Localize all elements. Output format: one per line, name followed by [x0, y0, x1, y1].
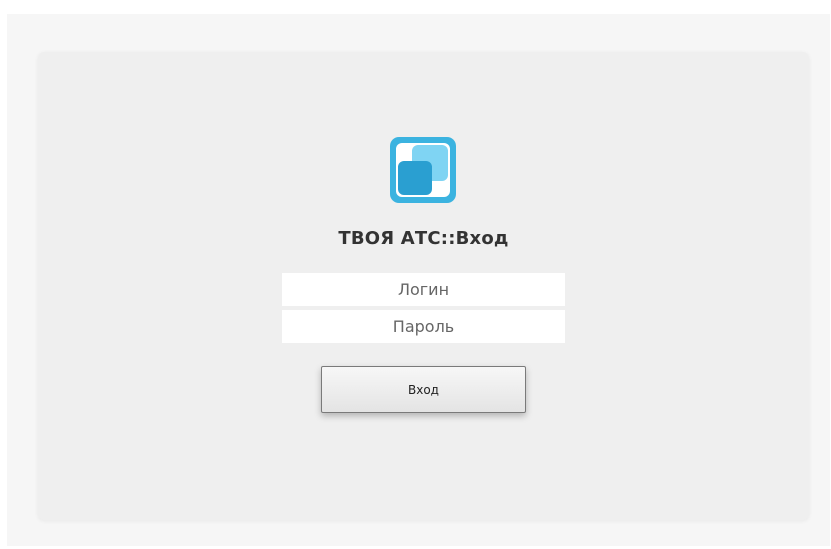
- login-button[interactable]: Вход: [321, 366, 526, 413]
- page-title: ТВОЯ АТС::Вход: [338, 228, 509, 249]
- app-logo-icon: [388, 135, 458, 205]
- password-input[interactable]: [282, 310, 565, 343]
- login-input[interactable]: [282, 273, 565, 306]
